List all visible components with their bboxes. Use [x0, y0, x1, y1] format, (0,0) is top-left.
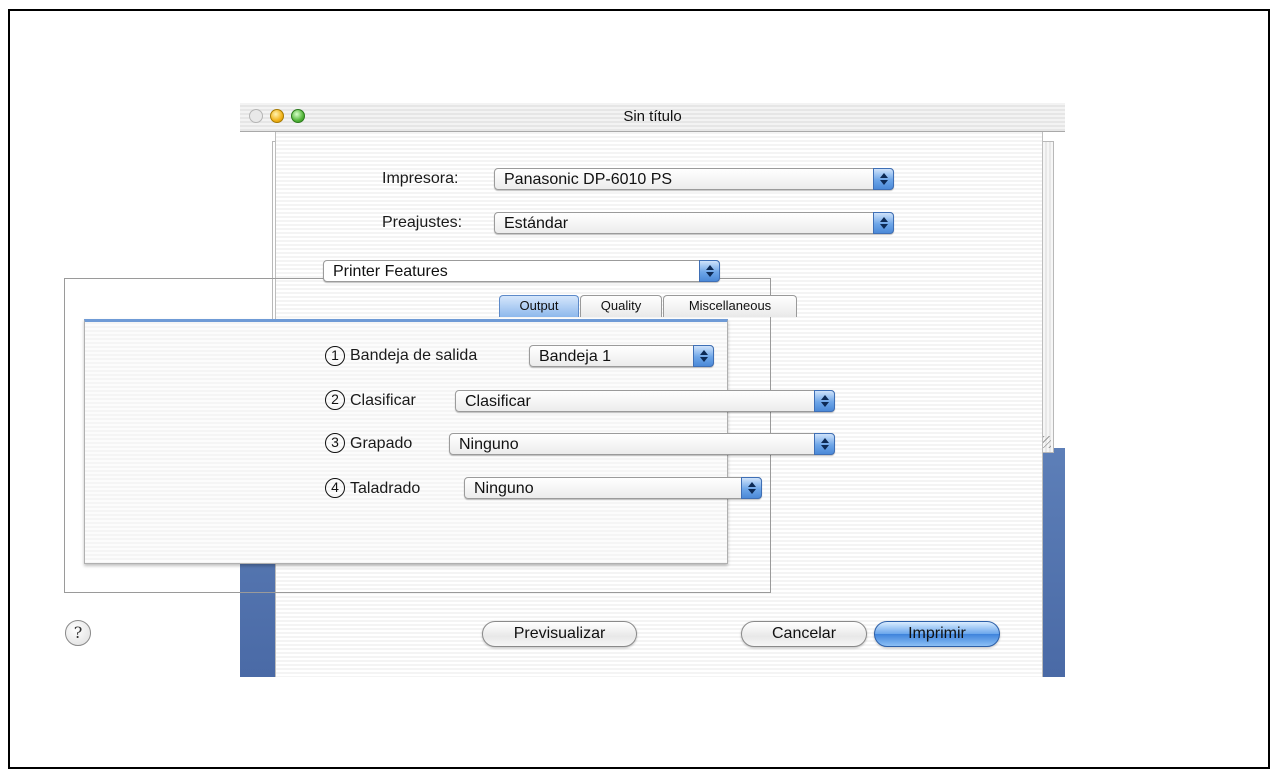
output-tray-value: Bandeja 1	[539, 348, 612, 365]
popup-arrows-icon	[814, 390, 835, 412]
staple-label: Grapado	[350, 435, 413, 452]
printer-value: Panasonic DP-6010 PS	[504, 171, 673, 188]
punch-value: Ninguno	[474, 480, 534, 497]
panel-popup[interactable]: Printer Features	[323, 260, 720, 282]
punch-popup[interactable]: Ninguno	[464, 477, 762, 499]
panel-value: Printer Features	[333, 263, 448, 280]
title-bar[interactable]: Sin título	[240, 103, 1065, 132]
tab-miscellaneous[interactable]: Miscellaneous	[663, 295, 797, 317]
staple-value: Ninguno	[459, 436, 519, 453]
popup-arrows-icon	[873, 212, 894, 234]
popup-arrows-icon	[741, 477, 762, 499]
popup-arrows-icon	[699, 260, 720, 282]
output-tray-popup[interactable]: Bandeja 1	[529, 345, 714, 367]
printer-popup[interactable]: Panasonic DP-6010 PS	[494, 168, 894, 190]
tab-output[interactable]: Output	[499, 295, 579, 317]
help-button[interactable]: ?	[65, 620, 91, 646]
callout-number-4: 4	[325, 478, 345, 498]
tab-quality[interactable]: Quality	[580, 295, 662, 317]
print-button[interactable]: Imprimir	[874, 621, 1000, 647]
collate-label: Clasificar	[350, 392, 416, 409]
staple-popup[interactable]: Ninguno	[449, 433, 835, 455]
callout-number-3: 3	[325, 433, 345, 453]
cancel-button[interactable]: Cancelar	[741, 621, 867, 647]
printer-label: Impresora:	[382, 170, 459, 187]
presets-label: Preajustes:	[382, 214, 463, 231]
presets-value: Estándar	[504, 215, 569, 232]
popup-arrows-icon	[814, 433, 835, 455]
output-tray-label: Bandeja de salida	[350, 347, 478, 364]
popup-arrows-icon	[693, 345, 714, 367]
collate-popup[interactable]: Clasificar	[455, 390, 835, 412]
popup-arrows-icon	[873, 168, 894, 190]
callout-number-2: 2	[325, 390, 345, 410]
presets-popup[interactable]: Estándar	[494, 212, 894, 234]
window-title: Sin título	[623, 108, 682, 125]
punch-label: Taladrado	[350, 480, 421, 497]
preview-button[interactable]: Previsualizar	[482, 621, 637, 647]
callout-number-1: 1	[325, 346, 345, 366]
collate-value: Clasificar	[465, 393, 531, 410]
